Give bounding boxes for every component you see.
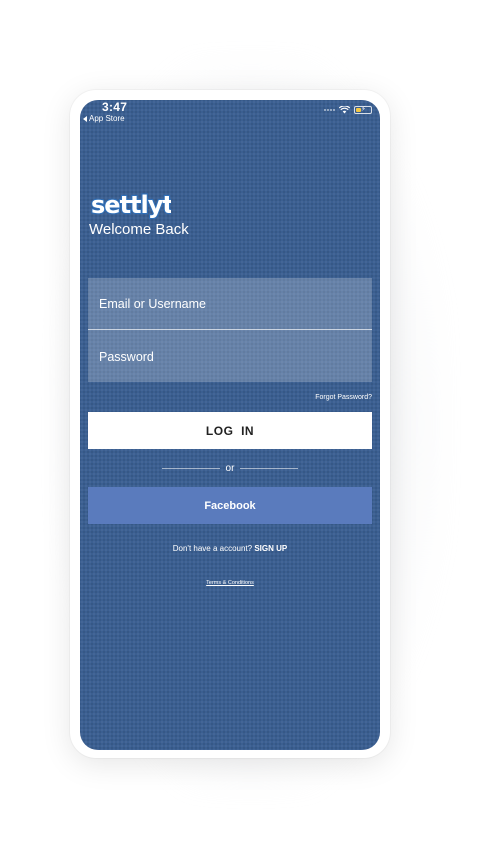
or-label: or [225, 462, 235, 474]
terms-link[interactable]: Terms & Conditions [80, 580, 380, 586]
app-screen: 3:47 App Store ⚡ settlyt. Welcome Back F… [80, 100, 380, 750]
forgot-password-link[interactable]: Forgot Password? [315, 394, 372, 401]
welcome-heading: Welcome Back [89, 221, 189, 238]
credentials-group [88, 278, 372, 382]
email-input[interactable] [88, 278, 372, 329]
facebook-login-button[interactable]: Facebook [88, 487, 372, 524]
or-divider: or [162, 462, 298, 474]
login-button[interactable]: LOG IN [88, 412, 372, 449]
wifi-icon [339, 106, 350, 114]
status-indicators: ⚡ [324, 106, 372, 114]
back-label: App Store [89, 114, 125, 123]
battery-icon: ⚡ [354, 106, 372, 114]
status-time: 3:47 [102, 100, 128, 114]
back-to-app-store[interactable]: App Store [83, 114, 125, 123]
signup-row: Don't have a account? SIGN UP [80, 544, 380, 553]
settlyt-logo: settlyt. [90, 190, 171, 220]
input-divider [88, 329, 372, 330]
signup-prompt: Don't have a account? [172, 544, 253, 553]
logo-text: settlyt. [91, 191, 171, 219]
signup-link[interactable]: SIGN UP [254, 544, 287, 553]
back-caret-icon [83, 115, 87, 122]
password-input[interactable] [88, 331, 372, 382]
signal-icon [324, 109, 335, 111]
